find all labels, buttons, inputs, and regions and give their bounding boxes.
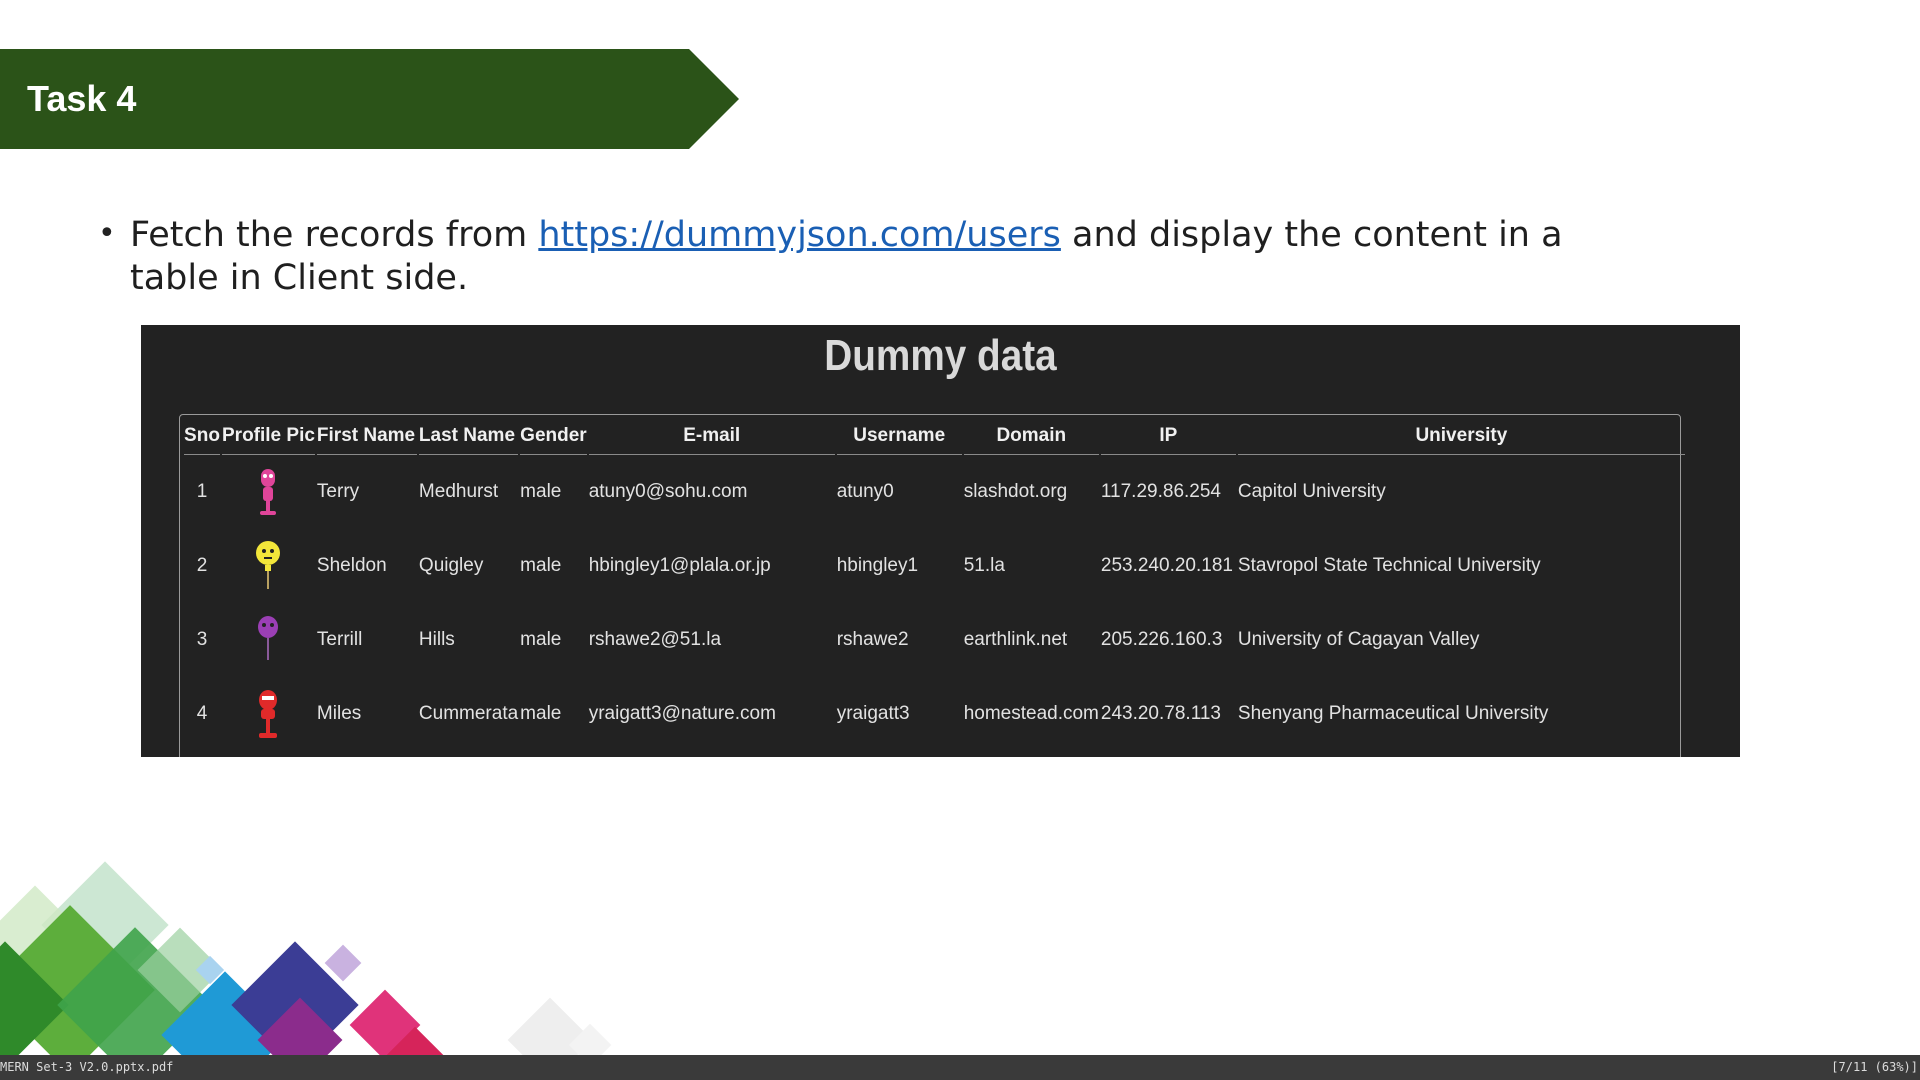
header-email: E-mail [588,418,835,455]
robot-avatar-icon [258,616,279,660]
bullet-icon: • [98,216,116,251]
cell-gender: male [520,555,562,576]
profile-pic-cell [222,529,315,603]
header-last-name: Last Name [418,418,519,455]
cell-university: Capitol University [1237,481,1386,502]
document-filename: MERN Set-3 V2.0.pptx.pdf [0,1060,174,1074]
bullet-text-before: Fetch the records from [130,215,539,255]
robot-avatar-icon [256,541,281,589]
header-sno: Sno [184,418,220,455]
bullet-text: Fetch the records from https://dummyjson… [130,214,1590,300]
cell-domain: 51.la [963,555,1005,576]
header-gender: Gender [520,418,587,455]
cell-username: atuny0 [836,481,894,502]
cell-gender: male [520,629,562,650]
cell-last-name: Quigley [418,555,484,576]
header-username: Username [836,418,962,455]
cell-username: yraigatt3 [836,703,910,724]
cell-username: rshawe2 [836,629,909,650]
cell-first-name: Sheldon [316,555,387,576]
cell-sno: 1 [196,481,208,502]
robot-avatar-icon [260,469,277,515]
cell-ip: 243.20.78.113 [1100,703,1221,724]
header-first-name: First Name [316,418,417,455]
dummyjson-link[interactable]: https://dummyjson.com/users [538,215,1061,255]
title-banner: Task 4 [0,49,739,149]
page-indicator: [7/11 (63%)] [1831,1060,1918,1074]
cell-domain: slashdot.org [963,481,1068,502]
cell-university: Stavropol State Technical University [1237,555,1541,576]
robot-avatar-icon [259,690,278,738]
cell-ip: 117.29.86.254 [1100,481,1221,502]
table-row: 1 Terry Medhurst male atuny0@sohu.com at… [184,455,1685,529]
table-row: 4 Miles Cummerata male yraigatt3@nature.… [184,677,1685,751]
cell-first-name: Terry [316,481,360,502]
cell-username: hbingley1 [836,555,919,576]
cell-last-name: Cummerata [418,703,519,724]
cell-ip: 205.226.160.3 [1100,629,1223,650]
cell-email: rshawe2@51.la [588,629,722,650]
cell-last-name: Hills [418,629,455,650]
cell-university: University of Cagayan Valley [1237,629,1480,650]
header-profile-pic: Profile Pic [222,418,315,455]
cell-ip: 253.240.20.181 [1100,555,1233,576]
slide: Task 4 • Fetch the records from https://… [0,0,1920,1055]
profile-pic-cell [222,677,315,751]
cell-gender: male [520,703,562,724]
table-row: 2 Sheldon Quigley male hbingley1@plala.o… [184,529,1685,603]
cell-email: hbingley1@plala.or.jp [588,555,771,576]
cell-domain: homestead.com [963,703,1099,724]
decorative-diamonds [0,861,612,1055]
cell-domain: earthlink.net [963,629,1068,650]
screenshot-title: Dummy data [824,331,1057,380]
cell-sno: 2 [196,555,208,576]
header-university: University [1237,418,1685,455]
screenshot-panel: Dummy data Sno Profile Pic First Name La… [141,325,1740,757]
cell-sno: 3 [196,629,208,650]
cell-last-name: Medhurst [418,481,499,502]
slide-title: Task 4 [27,78,137,119]
cell-email: atuny0@sohu.com [588,481,748,502]
header-domain: Domain [963,418,1099,455]
table-header-row: Sno Profile Pic First Name Last Name Gen… [184,418,1685,455]
cell-sno: 4 [196,703,208,724]
profile-pic-cell [222,603,315,677]
cell-gender: male [520,481,562,502]
cell-email: yraigatt3@nature.com [588,703,776,724]
users-table: Sno Profile Pic First Name Last Name Gen… [182,418,1687,751]
viewer-status-bar: MERN Set-3 V2.0.pptx.pdf [7/11 (63%)] [0,1055,1920,1080]
cell-first-name: Terrill [316,629,363,650]
header-ip: IP [1100,418,1236,455]
profile-pic-cell [222,455,315,529]
cell-first-name: Miles [316,703,362,724]
table-row: 3 Terrill Hills male rshawe2@51.la rshaw… [184,603,1685,677]
cell-university: Shenyang Pharmaceutical University [1237,703,1549,724]
